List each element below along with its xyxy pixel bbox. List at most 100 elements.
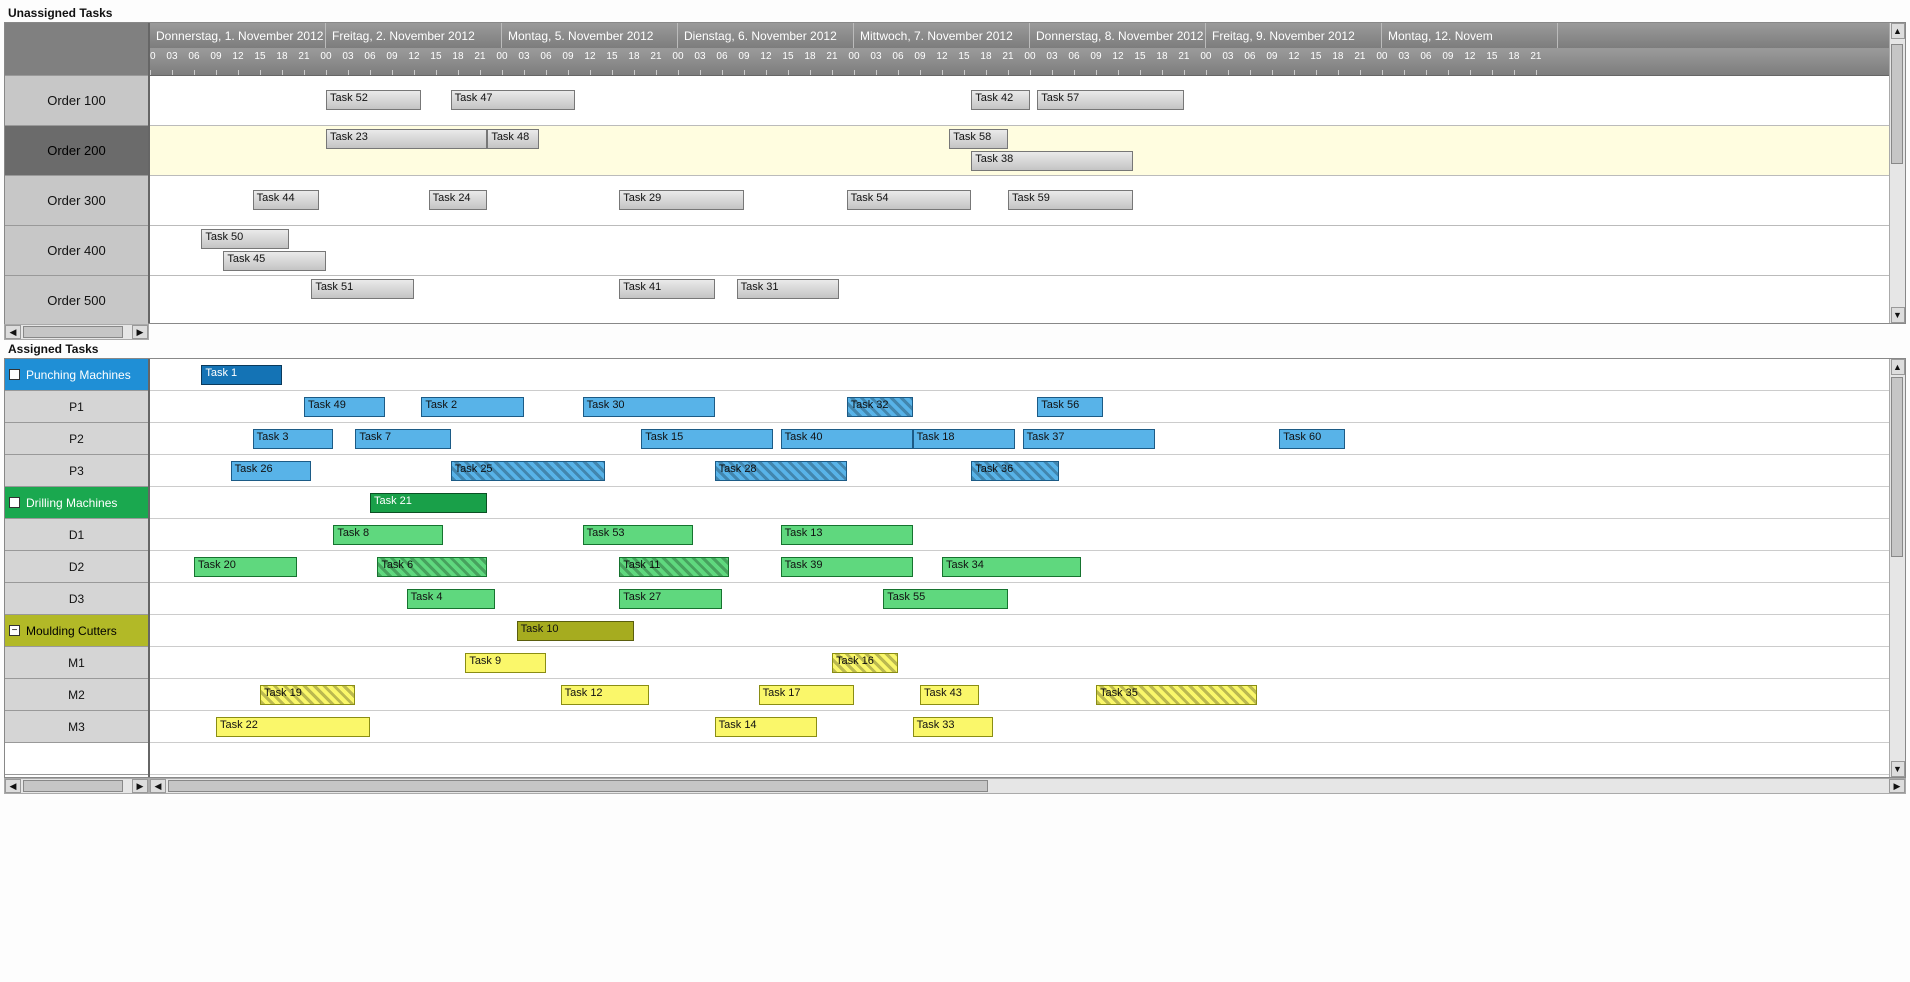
scroll-left-button[interactable]: ◀: [150, 779, 166, 793]
gantt-row[interactable]: Task 19Task 12Task 17Task 43Task 35: [150, 679, 1889, 711]
task-bar[interactable]: Task 25: [451, 461, 605, 481]
unassigned-label-hscroll[interactable]: ◀ ▶: [4, 324, 149, 340]
task-bar[interactable]: Task 60: [1279, 429, 1345, 449]
gantt-row[interactable]: Task 50Task 45: [150, 226, 1889, 276]
task-bar[interactable]: Task 22: [216, 717, 370, 737]
task-bar[interactable]: Task 30: [583, 397, 715, 417]
task-bar[interactable]: Task 16: [832, 653, 898, 673]
task-bar[interactable]: Task 28: [715, 461, 847, 481]
scroll-right-button[interactable]: ▶: [132, 779, 148, 793]
assigned-vertical-scrollbar[interactable]: ▲ ▼: [1889, 359, 1905, 777]
task-bar[interactable]: Task 12: [561, 685, 649, 705]
task-bar[interactable]: Task 17: [759, 685, 854, 705]
order-row-label[interactable]: Order 200: [5, 126, 148, 176]
task-bar[interactable]: Task 7: [355, 429, 450, 449]
gantt-row[interactable]: Task 20Task 6Task 11Task 39Task 34: [150, 551, 1889, 583]
task-bar[interactable]: Task 57: [1037, 90, 1184, 110]
order-row-label[interactable]: Order 300: [5, 176, 148, 226]
task-bar[interactable]: Task 9: [465, 653, 546, 673]
gantt-row[interactable]: Task 51 Task 41 Task 31: [150, 276, 1889, 323]
task-bar[interactable]: Task 58: [949, 129, 1008, 149]
assigned-chart-area[interactable]: Task 1Task 49Task 2Task 30Task 32Task 56…: [150, 359, 1889, 777]
scroll-down-button[interactable]: ▼: [1891, 761, 1905, 777]
task-bar[interactable]: Task 31: [737, 279, 840, 299]
task-bar[interactable]: Task 15: [641, 429, 773, 449]
task-bar[interactable]: Task 51: [311, 279, 414, 299]
gantt-row[interactable]: Task 52 Task 47 Task 42 Task 57: [150, 76, 1889, 126]
scroll-right-button[interactable]: ▶: [1889, 779, 1905, 793]
machine-row-label[interactable]: M2: [5, 679, 148, 711]
gantt-row[interactable]: Task 8Task 53Task 13: [150, 519, 1889, 551]
task-bar[interactable]: Task 14: [715, 717, 818, 737]
task-bar[interactable]: Task 49: [304, 397, 385, 417]
machine-row-label[interactable]: D1: [5, 519, 148, 551]
gantt-row[interactable]: Task 3 Task 7 Task 15 Task 40Task 18 Task 37…: [150, 423, 1889, 455]
task-bar[interactable]: Task 41: [619, 279, 714, 299]
gantt-row[interactable]: Task 9 Task 16: [150, 647, 1889, 679]
task-bar[interactable]: Task 4: [407, 589, 495, 609]
collapse-toggle-icon[interactable]: −: [9, 369, 20, 380]
task-bar[interactable]: Task 26: [231, 461, 312, 481]
task-bar[interactable]: Task 45: [223, 251, 326, 271]
gantt-row[interactable]: Task 22Task 14Task 33: [150, 711, 1889, 743]
machine-row-label[interactable]: P3: [5, 455, 148, 487]
task-bar[interactable]: Task 54: [847, 190, 972, 210]
task-bar[interactable]: Task 8: [333, 525, 443, 545]
task-bar[interactable]: Task 38: [971, 151, 1132, 171]
task-bar[interactable]: Task 11: [619, 557, 729, 577]
machine-row-label[interactable]: M1: [5, 647, 148, 679]
task-bar[interactable]: Task 10: [517, 621, 634, 641]
task-bar[interactable]: Task 47: [451, 90, 576, 110]
collapse-toggle-icon[interactable]: −: [9, 625, 20, 636]
task-bar[interactable]: Task 21: [370, 493, 487, 513]
order-row-label[interactable]: Order 500: [5, 276, 148, 326]
task-bar[interactable]: Task 50: [201, 229, 289, 249]
scroll-left-button[interactable]: ◀: [5, 779, 21, 793]
task-bar[interactable]: Task 23: [326, 129, 487, 149]
gantt-group-row[interactable]: Task 21: [150, 487, 1889, 519]
task-bar[interactable]: Task 32: [847, 397, 913, 417]
task-bar[interactable]: Task 48: [487, 129, 538, 149]
task-bar[interactable]: Task 52: [326, 90, 421, 110]
gantt-row[interactable]: Task 44 Task 24 Task 29 Task 54 Task 59: [150, 176, 1889, 226]
task-bar[interactable]: Task 24: [429, 190, 488, 210]
gantt-group-row[interactable]: Task 10: [150, 615, 1889, 647]
task-bar[interactable]: Task 59: [1008, 190, 1133, 210]
unassigned-chart-area[interactable]: Donnerstag, 1. November 2012Freitag, 2. …: [150, 23, 1889, 323]
task-bar[interactable]: Task 42: [971, 90, 1030, 110]
task-bar[interactable]: Task 39: [781, 557, 913, 577]
task-bar[interactable]: Task 18: [913, 429, 1016, 449]
scroll-up-button[interactable]: ▲: [1891, 359, 1905, 375]
machine-row-label[interactable]: D3: [5, 583, 148, 615]
task-bar[interactable]: Task 34: [942, 557, 1081, 577]
gantt-group-row[interactable]: Task 1: [150, 359, 1889, 391]
machine-group-header[interactable]: −Moulding Cutters: [5, 615, 148, 647]
order-row-label[interactable]: Order 100: [5, 76, 148, 126]
machine-row-label[interactable]: P1: [5, 391, 148, 423]
task-bar[interactable]: Task 20: [194, 557, 297, 577]
task-bar[interactable]: Task 3: [253, 429, 334, 449]
gantt-row[interactable]: Task 4Task 27Task 55: [150, 583, 1889, 615]
machine-group-header[interactable]: −Punching Machines: [5, 359, 148, 391]
order-row-label[interactable]: Order 400: [5, 226, 148, 276]
task-bar[interactable]: Task 13: [781, 525, 913, 545]
task-bar[interactable]: Task 43: [920, 685, 979, 705]
machine-row-label[interactable]: P2: [5, 423, 148, 455]
task-bar[interactable]: Task 1: [201, 365, 282, 385]
task-bar[interactable]: Task 40: [781, 429, 913, 449]
gantt-row[interactable]: Task 23Task 48 Task 58Task 38: [150, 126, 1889, 176]
gantt-row[interactable]: Task 49Task 2Task 30Task 32Task 56: [150, 391, 1889, 423]
task-bar[interactable]: Task 56: [1037, 397, 1103, 417]
unassigned-vertical-scrollbar[interactable]: ▲ ▼: [1889, 23, 1905, 323]
task-bar[interactable]: Task 55: [883, 589, 1008, 609]
task-bar[interactable]: Task 29: [619, 190, 744, 210]
assigned-chart-hscroll[interactable]: ◀ ▶: [149, 778, 1906, 794]
scroll-left-button[interactable]: ◀: [5, 325, 21, 339]
assigned-label-hscroll[interactable]: ◀ ▶: [4, 778, 149, 794]
task-bar[interactable]: Task 37: [1023, 429, 1155, 449]
task-bar[interactable]: Task 36: [971, 461, 1059, 481]
machine-row-label[interactable]: D2: [5, 551, 148, 583]
task-bar[interactable]: Task 19: [260, 685, 355, 705]
task-bar[interactable]: Task 44: [253, 190, 319, 210]
scroll-up-button[interactable]: ▲: [1891, 23, 1905, 39]
